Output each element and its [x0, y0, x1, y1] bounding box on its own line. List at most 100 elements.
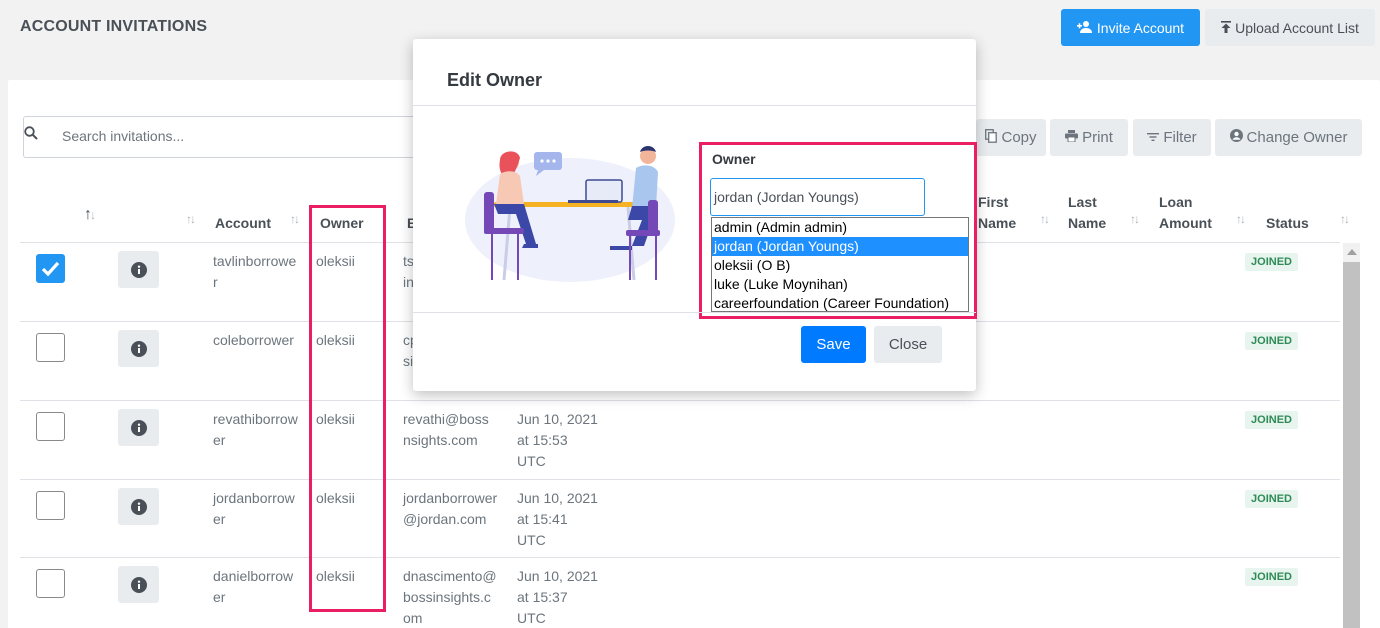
info-column-sort-icon[interactable]: ↑↓: [186, 212, 196, 226]
print-label: Print: [1082, 129, 1113, 146]
last-name-sort-icon[interactable]: ↑↓: [1130, 212, 1140, 226]
modal-footer-divider: [413, 312, 976, 313]
info-icon: [130, 261, 147, 278]
invite-account-label: Invite Account: [1096, 19, 1185, 36]
add-user-icon: [1076, 20, 1093, 36]
checkmark-icon: [41, 261, 60, 277]
status-sort-icon[interactable]: ↑↓: [1340, 212, 1350, 226]
loan-amount-header-line-1: Loan: [1159, 194, 1193, 210]
status-badge: JOINED: [1245, 253, 1298, 271]
modal-title: Edit Owner: [447, 70, 543, 90]
first-name-header-line-1: First: [978, 194, 1009, 210]
upload-account-list-button[interactable]: Upload Account List: [1205, 9, 1375, 46]
email-line-1: dnascimento@: [403, 568, 497, 584]
account-cell: coleborrower: [213, 330, 294, 351]
email-cell: jordanborrower @jordan.com: [403, 488, 497, 530]
status-badge: JOINED: [1245, 490, 1298, 508]
account-name-line-1: jordanborrow: [213, 490, 295, 506]
upload-icon: [1221, 20, 1232, 36]
user-circle-icon: [1229, 129, 1243, 146]
date-line-3: UTC: [517, 532, 546, 548]
row-checkbox[interactable]: [36, 412, 65, 441]
page-title: ACCOUNT INVITATIONS: [20, 18, 208, 35]
row-info-button[interactable]: [118, 251, 159, 288]
email-line-2: @jordan.com: [403, 511, 487, 527]
first-name-header-line-2: Name: [978, 215, 1017, 231]
last-name-header-line-2: Name: [1068, 215, 1107, 231]
info-icon: [130, 340, 147, 357]
first-name-sort-icon[interactable]: ↑↓: [1040, 212, 1050, 226]
email-line-2: nsights.com: [403, 432, 478, 448]
info-icon: [130, 498, 147, 515]
invite-account-button[interactable]: Invite Account: [1061, 9, 1200, 46]
close-button[interactable]: Close: [874, 326, 942, 363]
table-scrollbar-thumb[interactable]: [1343, 262, 1360, 628]
owner-dropdown-highlight: [699, 142, 977, 319]
account-name-line-1: tavlinborrowe: [213, 253, 297, 269]
date-line-3: UTC: [517, 453, 546, 469]
email-line-3: om: [403, 610, 423, 626]
email-line-2: bossinsights.c: [403, 589, 491, 605]
last-name-column-header[interactable]: Last Name: [1068, 192, 1106, 234]
date-line-1: Jun 10, 2021: [517, 490, 598, 506]
modal-header-divider: [413, 105, 976, 106]
account-name-line-2: er: [213, 432, 226, 448]
date-line-2: at 15:37: [517, 589, 568, 605]
print-icon: [1065, 129, 1079, 146]
loan-amount-header-line-2: Amount: [1159, 215, 1212, 231]
change-owner-button[interactable]: Change Owner: [1215, 119, 1362, 156]
account-column-header[interactable]: Account: [215, 213, 271, 234]
account-name-line-1: revathiborrow: [213, 411, 298, 427]
row-checkbox[interactable]: [36, 254, 65, 283]
row-info-button[interactable]: [118, 566, 159, 603]
loan-amount-column-header[interactable]: Loan Amount: [1159, 192, 1212, 234]
date-line-3: UTC: [517, 610, 546, 626]
row-checkbox[interactable]: [36, 569, 65, 598]
account-name-line-1: danielborrow: [213, 568, 294, 584]
account-cell: revathiborrow er: [213, 409, 298, 451]
select-all-sort-icon[interactable]: ↑↓: [84, 206, 96, 224]
copy-icon: [985, 128, 998, 147]
account-name-line-2: er: [213, 589, 226, 605]
email-cell: revathi@boss nsights.com: [403, 409, 489, 451]
date-cell: Jun 10, 2021 at 15:41 UTC: [517, 488, 598, 551]
upload-account-list-label: Upload Account List: [1235, 19, 1359, 36]
first-name-column-header[interactable]: First Name: [978, 192, 1016, 234]
account-cell: tavlinborrowe r: [213, 251, 296, 293]
row-checkbox[interactable]: [36, 333, 65, 362]
owner-column-highlight: [309, 205, 386, 612]
account-cell: danielborrow er: [213, 566, 293, 608]
email-line-1: jordanborrower: [403, 490, 498, 506]
change-owner-label: Change Owner: [1246, 129, 1348, 146]
row-checkbox[interactable]: [36, 491, 65, 520]
row-divider: [20, 400, 1340, 401]
filter-button[interactable]: Filter: [1133, 119, 1211, 156]
account-name-line-2: er: [213, 511, 226, 527]
info-icon: [130, 576, 147, 593]
print-button[interactable]: Print: [1050, 119, 1128, 156]
date-line-1: Jun 10, 2021: [517, 411, 598, 427]
account-name-line-1: coleborrower: [213, 332, 294, 348]
account-sort-icon[interactable]: ↑↓: [290, 212, 300, 226]
status-badge: JOINED: [1245, 332, 1298, 350]
copy-button[interactable]: Copy: [976, 119, 1046, 156]
date-line-2: at 15:41: [517, 511, 568, 527]
search-input[interactable]: Search invitations...: [62, 128, 184, 144]
info-icon: [130, 419, 147, 436]
scroll-up-arrow-icon[interactable]: [1347, 249, 1357, 255]
status-badge: JOINED: [1245, 568, 1298, 586]
status-badge: JOINED: [1245, 411, 1298, 429]
account-name-line-2: r: [213, 274, 218, 290]
meeting-illustration: [458, 140, 680, 288]
loan-amount-sort-icon[interactable]: ↑↓: [1236, 212, 1246, 226]
email-line-2: si: [403, 353, 414, 369]
status-column-header[interactable]: Status: [1266, 213, 1309, 234]
search-icon: [24, 126, 40, 142]
row-info-button[interactable]: [118, 330, 159, 367]
last-name-header-line-1: Last: [1068, 194, 1097, 210]
save-button[interactable]: Save: [801, 326, 866, 363]
row-info-button[interactable]: [118, 488, 159, 525]
date-cell: Jun 10, 2021 at 15:37 UTC: [517, 566, 598, 628]
row-info-button[interactable]: [118, 409, 159, 446]
account-cell: jordanborrow er: [213, 488, 295, 530]
